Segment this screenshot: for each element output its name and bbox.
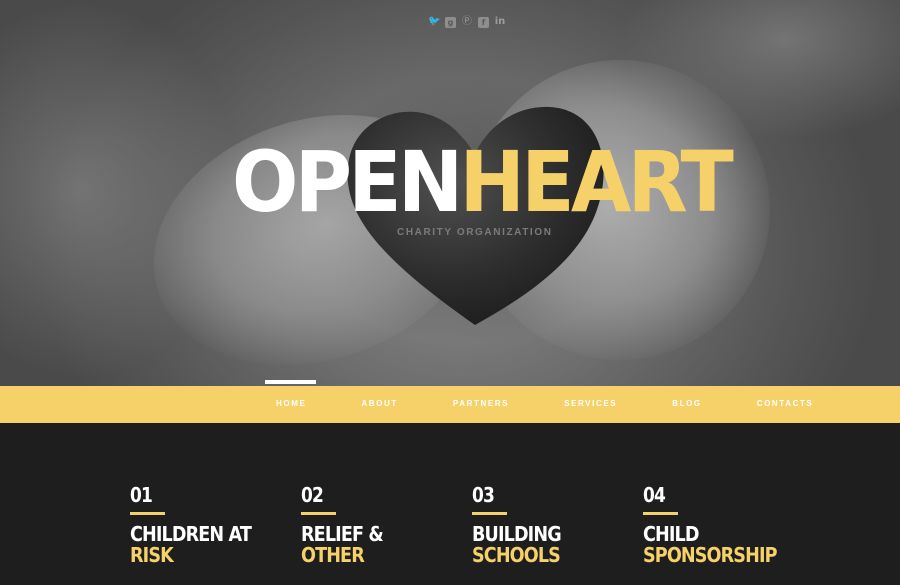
site-logo[interactable]: OPENHEART (232, 133, 734, 231)
service-item[interactable]: 02 RELIEF & OTHER (301, 483, 461, 566)
twitter-icon[interactable]: 🐦 (428, 16, 440, 28)
service-title: CHILDREN AT RISK (130, 524, 271, 566)
hero-banner: 🐦 g Ⓟ f in OPENHEART CHARITY ORGANIZATIO… (0, 0, 900, 386)
service-item[interactable]: 01 CHILDREN AT RISK (130, 483, 290, 566)
nav-active-indicator (265, 380, 316, 384)
service-title-line1: RELIEF & (301, 522, 384, 546)
main-nav: HOME ABOUT PARTNERS SERVICES BLOG CONTAC… (0, 380, 900, 423)
nav-item-about[interactable]: ABOUT (349, 399, 409, 408)
service-number: 02 (301, 483, 324, 507)
service-divider (643, 512, 678, 515)
facebook-icon[interactable]: f (478, 16, 489, 28)
service-title: RELIEF & OTHER (301, 524, 442, 566)
nav-item-home[interactable]: HOME (264, 399, 318, 408)
service-number: 03 (472, 483, 495, 507)
service-title: CHILD SPONSORSHIP (643, 524, 784, 566)
logo-part-open: OPEN (232, 133, 463, 231)
service-item[interactable]: 03 BUILDING SCHOOLS (472, 483, 632, 566)
service-title-line2: RISK (130, 543, 174, 567)
service-divider (472, 512, 507, 515)
service-divider (130, 512, 165, 515)
service-title-line1: BUILDING (472, 522, 562, 546)
nav-item-blog[interactable]: BLOG (660, 399, 714, 408)
nav-item-contacts[interactable]: CONTACTS (745, 399, 826, 408)
service-divider (301, 512, 336, 515)
service-title-line2: OTHER (301, 543, 365, 567)
service-number: 04 (643, 483, 666, 507)
nav-item-partners[interactable]: PARTNERS (441, 399, 521, 408)
pinterest-icon[interactable]: Ⓟ (461, 16, 473, 28)
google-plus-icon[interactable]: g (445, 16, 456, 28)
logo-part-heart: HEART (459, 133, 734, 231)
service-title-line2: SPONSORSHIP (643, 543, 778, 567)
services-section: 01 CHILDREN AT RISK 02 RELIEF & OTHER 03… (0, 423, 900, 585)
service-number: 01 (130, 483, 153, 507)
site-tagline: CHARITY ORGANIZATION (397, 227, 553, 238)
service-title-line1: CHILDREN AT (130, 522, 252, 546)
nav-item-services[interactable]: SERVICES (552, 399, 629, 408)
service-title-line2: SCHOOLS (472, 543, 561, 567)
service-title-line1: CHILD (643, 522, 699, 546)
service-item[interactable]: 04 CHILD SPONSORSHIP (643, 483, 803, 566)
linkedin-icon[interactable]: in (494, 16, 506, 28)
social-links: 🐦 g Ⓟ f in (428, 15, 518, 29)
service-title: BUILDING SCHOOLS (472, 524, 613, 566)
